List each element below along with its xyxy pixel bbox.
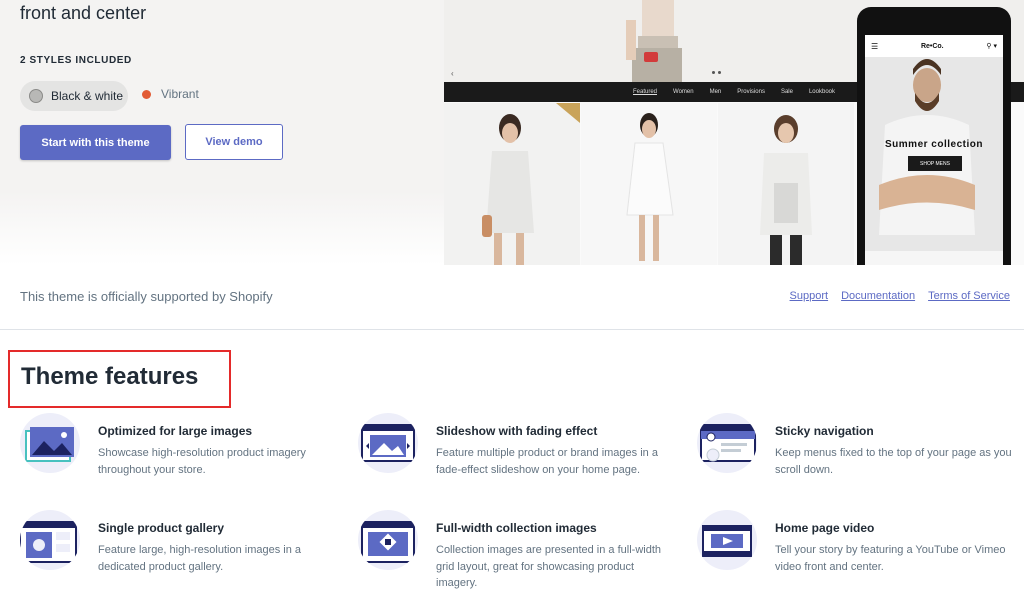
phone-header: ☰ Re•Co. ⚲ ▾ (865, 35, 1003, 57)
nav-item[interactable]: Women (673, 89, 694, 95)
style-option-black-white[interactable]: Black & white (20, 81, 128, 111)
feature-title: Optimized for large images (98, 424, 253, 438)
nav-item[interactable]: Featured (633, 89, 657, 95)
feature-description: Keep menus fixed to the top of your page… (775, 447, 1012, 476)
feature-title: Slideshow with fading effect (436, 424, 598, 438)
slideshow-dots[interactable] (712, 71, 721, 74)
feature-title: Home page video (775, 521, 875, 535)
styles-heading: 2 STYLES INCLUDED (20, 55, 132, 66)
theme-hero: front and center 2 STYLES INCLUDED Black… (0, 0, 1024, 265)
hero-tagline: front and center (20, 3, 147, 23)
start-with-theme-button[interactable]: Start with this theme (20, 125, 171, 160)
feature-title: Full-width collection images (436, 521, 597, 535)
menu-icon[interactable]: ☰ (871, 42, 878, 51)
shop-mens-button[interactable]: SHOP MENS (908, 156, 962, 171)
support-text: This theme is officially supported by Sh… (20, 289, 273, 304)
swatch-icon (142, 89, 151, 99)
nav-item[interactable]: Lookbook (809, 89, 835, 95)
sticky-nav-icon (697, 413, 757, 473)
documentation-link[interactable]: Documentation (841, 290, 915, 302)
product-photo[interactable] (718, 103, 854, 265)
search-cart-icons[interactable]: ⚲ ▾ (986, 42, 997, 50)
style-option-vibrant[interactable]: Vibrant (142, 87, 199, 101)
model-photo (626, 0, 682, 82)
product-gallery-icon (20, 510, 80, 570)
nav-item[interactable]: Sale (781, 89, 793, 95)
feature-description: Showcase high-resolution product imagery… (98, 447, 306, 476)
phone-logo: Re•Co. (920, 42, 944, 50)
support-bar: This theme is officially supported by Sh… (0, 265, 1024, 330)
phone-footer (865, 251, 1003, 265)
feature-title: Sticky navigation (775, 424, 874, 438)
view-demo-button[interactable]: View demo (185, 124, 283, 160)
image-icon (20, 413, 80, 473)
chevron-left-icon[interactable]: ‹ (451, 69, 454, 78)
feature-description: Tell your story by featuring a YouTube o… (775, 544, 1006, 573)
highlight-box (8, 350, 231, 408)
swatch-icon (29, 89, 43, 103)
nav-item[interactable]: Men (710, 89, 722, 95)
video-icon (697, 510, 757, 570)
terms-of-service-link[interactable]: Terms of Service (928, 290, 1010, 302)
style-option-label: Black & white (51, 89, 124, 103)
slideshow-icon (358, 413, 418, 473)
support-links: Support Documentation Terms of Service (790, 290, 1010, 302)
nav-item[interactable]: Provisions (737, 89, 765, 95)
phone-preview: ☰ Re•Co. ⚲ ▾ Summer collection SHOP MENS (857, 7, 1011, 265)
support-link[interactable]: Support (790, 290, 829, 302)
collection-images-icon (358, 510, 418, 570)
feature-title: Single product gallery (98, 521, 225, 535)
feature-description: Feature large, high-resolution images in… (98, 544, 302, 573)
product-photo[interactable] (581, 103, 717, 265)
phone-heading: Summer collection (885, 139, 983, 150)
product-photo[interactable] (444, 103, 580, 265)
feature-description: Feature multiple product or brand images… (436, 447, 658, 476)
feature-description: Collection images are presented in a ful… (436, 544, 662, 589)
model-photo (865, 35, 1003, 265)
style-option-label: Vibrant (161, 87, 199, 101)
phone-screen: ☰ Re•Co. ⚲ ▾ Summer collection SHOP MENS (865, 35, 1003, 265)
